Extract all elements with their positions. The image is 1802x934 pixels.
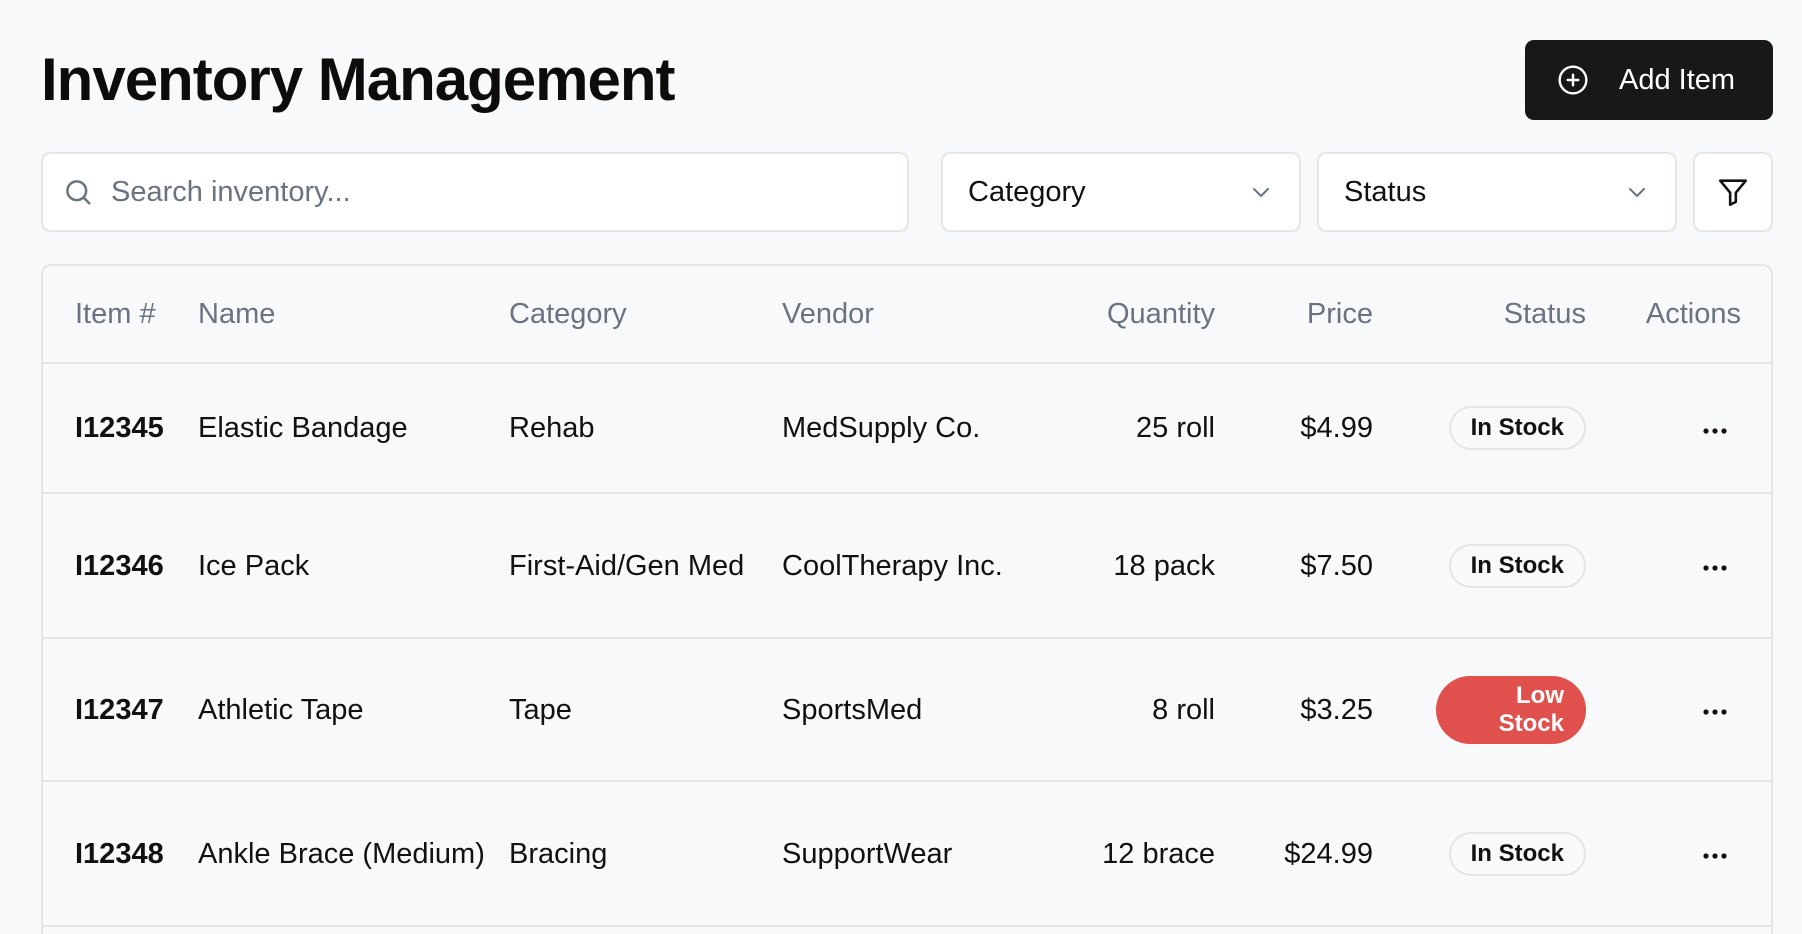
table-header-row: Item # Name Category Vendor Quantity Pri…: [43, 266, 1771, 364]
chevron-down-icon: [1249, 180, 1273, 204]
column-header-category[interactable]: Category: [509, 266, 782, 364]
item-number: I12348: [43, 781, 198, 927]
item-quantity: 8 roll: [1051, 638, 1215, 782]
column-header-item[interactable]: Item #: [43, 266, 198, 364]
item-category: Tape: [509, 638, 782, 782]
table-row[interactable]: I12348 Ankle Brace (Medium) Bracing Supp…: [43, 781, 1771, 927]
table-row[interactable]: I12346 Ice Pack First-Aid/Gen Med CoolTh…: [43, 493, 1771, 639]
item-price: $24.99: [1215, 781, 1373, 927]
item-number: I12347: [43, 638, 198, 782]
item-vendor: MedSupply Co.: [782, 363, 1051, 494]
item-category: First-Aid/Gen Med: [509, 493, 782, 639]
item-number: I12346: [43, 493, 198, 639]
item-category: Bracing: [509, 781, 782, 927]
search-icon: [63, 177, 93, 207]
status-select[interactable]: Status: [1317, 152, 1677, 232]
item-quantity: 18 pack: [1051, 493, 1215, 639]
table-row[interactable]: I12347 Athletic Tape Tape SportsMed 8 ro…: [43, 638, 1771, 782]
table-row[interactable]: I12345 Elastic Bandage Rehab MedSupply C…: [43, 363, 1771, 494]
item-price: $7.50: [1215, 493, 1373, 639]
item-price: $4.99: [1215, 363, 1373, 494]
column-header-price[interactable]: Price: [1215, 266, 1373, 364]
item-quantity: 12 brace: [1051, 781, 1215, 927]
more-horizontal-icon[interactable]: [1695, 411, 1735, 451]
more-horizontal-icon[interactable]: [1695, 548, 1735, 588]
item-name: Ice Pack: [198, 493, 509, 639]
search-input[interactable]: [111, 175, 871, 209]
item-name: Athletic Tape: [198, 638, 509, 782]
item-vendor: SportsMed: [782, 638, 1051, 782]
status-select-label: Status: [1344, 175, 1427, 208]
plus-circle-icon: [1557, 64, 1589, 96]
category-select[interactable]: Category: [941, 152, 1301, 232]
column-header-status[interactable]: Status: [1373, 266, 1586, 364]
item-price: $3.25: [1215, 638, 1373, 782]
inventory-page: Inventory Management Add Item Category S…: [0, 0, 1802, 934]
item-vendor: CoolTherapy Inc.: [782, 493, 1051, 639]
column-header-actions: Actions: [1586, 266, 1771, 364]
status-badge: In Stock: [1448, 406, 1586, 450]
chevron-down-icon: [1625, 180, 1649, 204]
column-header-vendor[interactable]: Vendor: [782, 266, 1051, 364]
item-name: Elastic Bandage: [198, 363, 509, 494]
search-box[interactable]: [41, 152, 909, 232]
item-vendor: SupportWear: [782, 781, 1051, 927]
more-horizontal-icon[interactable]: [1695, 692, 1735, 732]
item-number: I12345: [43, 363, 198, 494]
add-item-label: Add Item: [1619, 63, 1736, 96]
page-title: Inventory Management: [41, 46, 675, 113]
column-header-name[interactable]: Name: [198, 266, 509, 364]
status-badge: Low Stock: [1436, 675, 1586, 744]
status-badge: In Stock: [1448, 831, 1586, 876]
more-horizontal-icon[interactable]: [1695, 836, 1735, 876]
add-item-button[interactable]: Add Item: [1525, 40, 1773, 120]
item-name: Ankle Brace (Medium): [198, 781, 509, 927]
column-header-quantity[interactable]: Quantity: [1051, 266, 1215, 364]
item-category: Rehab: [509, 363, 782, 494]
item-quantity: 25 roll: [1051, 363, 1215, 494]
inventory-table: Item # Name Category Vendor Quantity Pri…: [41, 264, 1773, 934]
filter-button[interactable]: [1693, 152, 1773, 232]
status-badge: In Stock: [1448, 543, 1586, 588]
category-select-label: Category: [968, 175, 1086, 208]
table-row: [43, 926, 1771, 934]
filter-icon: [1716, 175, 1750, 209]
